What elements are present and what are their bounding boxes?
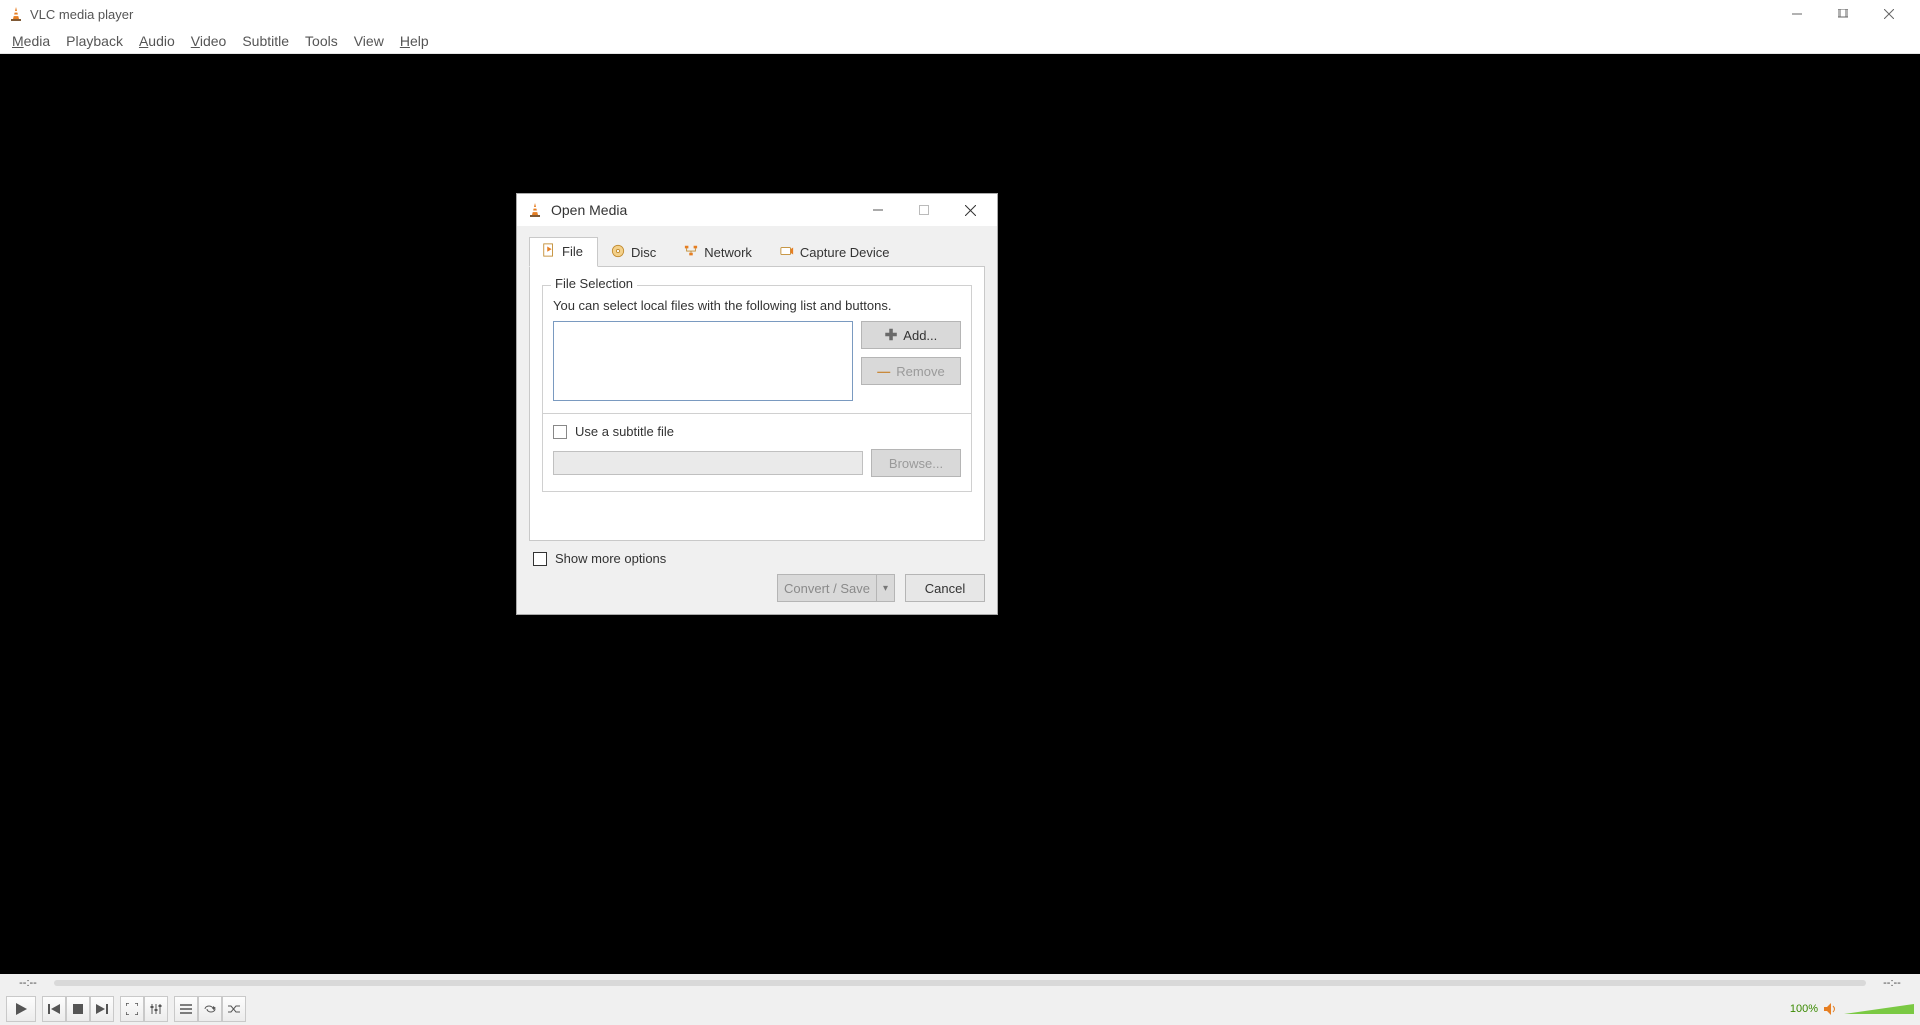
volume-percentage: 100% (1784, 1003, 1818, 1015)
minimize-icon (873, 205, 883, 215)
loop-icon (203, 1004, 217, 1014)
shuffle-icon (228, 1004, 240, 1014)
dialog-title: Open Media (551, 202, 627, 218)
dialog-maximize-button (901, 195, 947, 225)
tab-capture[interactable]: Capture Device (767, 237, 905, 267)
play-button[interactable] (6, 996, 36, 1022)
stop-icon (73, 1004, 83, 1014)
menu-tools[interactable]: Tools (297, 31, 346, 51)
remove-file-button[interactable]: — Remove (861, 357, 961, 385)
ext-settings-button[interactable] (144, 996, 168, 1022)
window-title: VLC media player (30, 7, 133, 22)
convert-save-dropdown[interactable]: ▾ (877, 574, 895, 602)
prev-button[interactable] (42, 996, 66, 1022)
convert-save-label: Convert / Save (784, 581, 870, 596)
subtitle-group: Use a subtitle file Browse... (542, 414, 972, 492)
prev-icon (48, 1004, 60, 1014)
play-icon (16, 1003, 27, 1015)
menu-subtitle[interactable]: Subtitle (234, 31, 297, 51)
plus-icon: ✚ (885, 328, 898, 343)
cancel-label: Cancel (925, 581, 965, 596)
file-selection-group: File Selection You can select local file… (542, 285, 972, 414)
show-more-options-label: Show more options (555, 551, 666, 566)
file-list[interactable] (553, 321, 853, 401)
volume-slider[interactable] (1844, 1004, 1914, 1014)
menu-media[interactable]: Media (4, 31, 58, 51)
loop-button[interactable] (198, 996, 222, 1022)
show-more-options-checkbox[interactable] (533, 552, 547, 566)
file-icon (542, 243, 556, 260)
tab-file-pane: File Selection You can select local file… (529, 267, 985, 541)
close-button[interactable] (1866, 0, 1912, 28)
disc-icon (611, 244, 625, 261)
menu-help[interactable]: Help (392, 31, 437, 51)
minus-icon: — (877, 364, 890, 379)
player-controls: --:-- --:-- (0, 974, 1920, 1025)
time-total: --:-- (1874, 977, 1910, 989)
minimize-button[interactable] (1774, 0, 1820, 28)
dialog-close-button[interactable] (947, 195, 993, 225)
use-subtitle-label: Use a subtitle file (575, 424, 674, 439)
dialog-titlebar[interactable]: Open Media (517, 194, 997, 226)
tab-capture-label: Capture Device (800, 245, 890, 260)
tab-disc-label: Disc (631, 245, 656, 260)
seek-slider[interactable] (54, 980, 1866, 986)
playlist-icon (180, 1004, 192, 1014)
minimize-icon (1792, 9, 1802, 19)
menubar: Media Playback Audio Video Subtitle Tool… (0, 28, 1920, 54)
menu-video[interactable]: Video (183, 31, 235, 51)
playlist-button[interactable] (174, 996, 198, 1022)
menu-playback[interactable]: Playback (58, 31, 131, 51)
browse-label: Browse... (889, 456, 943, 471)
tab-network[interactable]: Network (671, 237, 767, 267)
dialog-tabs: File Disc Network Capture Device (529, 236, 985, 267)
file-selection-legend: File Selection (551, 276, 637, 291)
maximize-icon (919, 205, 929, 215)
speaker-icon[interactable] (1824, 1003, 1838, 1015)
tab-file[interactable]: File (529, 237, 598, 267)
close-icon (965, 205, 976, 216)
dialog-minimize-button[interactable] (855, 195, 901, 225)
shuffle-button[interactable] (222, 996, 246, 1022)
tab-file-label: File (562, 244, 583, 259)
menu-view[interactable]: View (346, 31, 392, 51)
capture-icon (780, 244, 794, 261)
subtitle-path-input (553, 451, 863, 475)
add-file-button[interactable]: ✚ Add... (861, 321, 961, 349)
convert-save-button[interactable]: Convert / Save ▾ (777, 574, 895, 602)
fullscreen-icon (126, 1003, 138, 1015)
stop-button[interactable] (66, 996, 90, 1022)
main-titlebar: VLC media player (0, 0, 1920, 28)
open-media-dialog: Open Media File Disc (516, 193, 998, 615)
tab-disc[interactable]: Disc (598, 237, 671, 267)
time-elapsed: --:-- (10, 977, 46, 989)
vlc-cone-icon (527, 202, 543, 218)
add-label: Add... (903, 328, 937, 343)
chevron-down-icon: ▾ (883, 583, 888, 594)
fullscreen-button[interactable] (120, 996, 144, 1022)
browse-subtitle-button: Browse... (871, 449, 961, 477)
cancel-button[interactable]: Cancel (905, 574, 985, 602)
maximize-icon (1838, 9, 1848, 19)
next-button[interactable] (90, 996, 114, 1022)
maximize-button[interactable] (1820, 0, 1866, 28)
video-area: Open Media File Disc (0, 54, 1920, 974)
tab-network-label: Network (704, 245, 752, 260)
equalizer-icon (150, 1003, 162, 1015)
network-icon (684, 244, 698, 261)
file-selection-hint: You can select local files with the foll… (553, 298, 961, 313)
next-icon (96, 1004, 108, 1014)
use-subtitle-checkbox[interactable] (553, 425, 567, 439)
close-icon (1884, 9, 1894, 19)
remove-label: Remove (896, 364, 944, 379)
menu-audio[interactable]: Audio (131, 31, 183, 51)
vlc-cone-icon (8, 6, 24, 22)
